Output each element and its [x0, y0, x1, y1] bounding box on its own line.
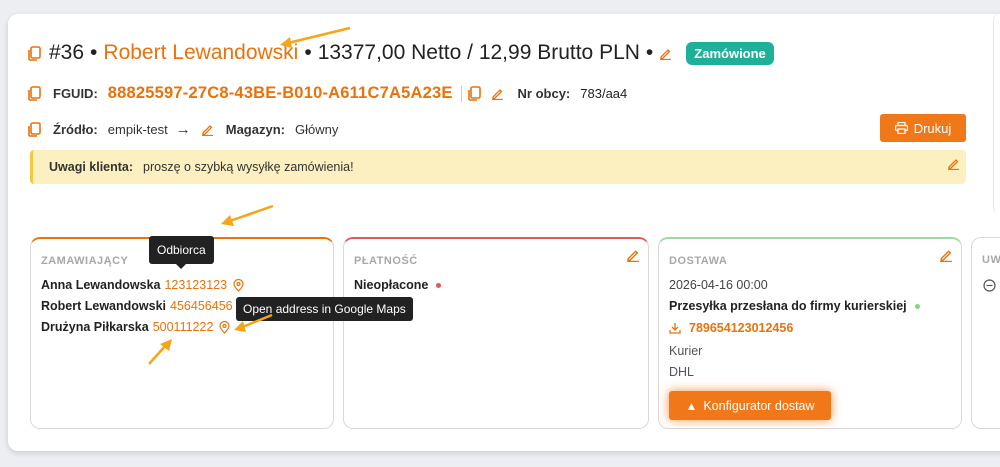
contact-name: Drużyna Piłkarska	[41, 320, 149, 334]
divider	[460, 85, 462, 102]
payment-panel: PŁATNOŚĆ Nieopłacone	[343, 237, 649, 429]
print-button-label: Drukuj	[913, 120, 952, 136]
annotation-arrow	[148, 339, 172, 365]
download-icon[interactable]	[669, 322, 681, 334]
customer-notice: Uwagi klienta: proszę o szybką wysyłkę z…	[30, 150, 966, 184]
annotation-arrow	[234, 313, 273, 332]
order-number: #36	[49, 41, 85, 64]
panel-title: ZAMAWIAJĄCY	[41, 255, 129, 267]
contact-row: Robert Lewandowski 456456456	[41, 299, 250, 313]
print-button[interactable]: Drukuj	[880, 114, 966, 142]
recipient-tooltip-text: Odbiorca	[157, 243, 206, 257]
minus-circle-icon[interactable]	[983, 279, 996, 292]
contact-phone[interactable]: 123123123	[164, 278, 227, 292]
recipient-tooltip: Odbiorca	[149, 236, 214, 264]
delivery-panel: DOSTAWA 2026-04-16 00:00 Przesyłka przes…	[658, 237, 962, 429]
delivery-date: 2026-04-16 00:00	[669, 278, 768, 292]
order-header: #36 • Robert Lewandowski • 13377,00 Nett…	[28, 41, 774, 65]
side-panel-edge	[993, 14, 1000, 214]
warehouse-value: Główny	[294, 122, 339, 137]
contact-phone[interactable]: 456456456	[170, 299, 233, 313]
contact-row: Drużyna Piłkarska 500111222	[41, 320, 231, 334]
arrow-right-icon: →	[175, 121, 191, 138]
annotation-arrow	[280, 26, 351, 48]
status-dot	[436, 282, 442, 288]
delivery-configurator-button[interactable]: ▲ Konfigurator dostaw	[669, 391, 831, 420]
panel-title: PŁATNOŚĆ	[354, 255, 418, 267]
notice-label: Uwagi klienta:	[49, 160, 134, 174]
delivery-status-row: Przesyłka przesłana do firmy kurierskiej	[669, 299, 920, 313]
payment-status-row: Nieopłacone	[354, 278, 442, 292]
notice-text: proszę o szybką wysyłkę zamówienia!	[143, 160, 354, 174]
fguid-label: FGUID:	[53, 86, 98, 101]
edit-icon[interactable]	[491, 87, 504, 100]
panel-title: UW	[982, 254, 1000, 266]
delivery-status: Przesyłka przesłana do firmy kurierskiej	[669, 299, 907, 313]
contact-phone[interactable]: 500111222	[153, 320, 214, 334]
configurator-label: Konfigurator dostaw	[703, 398, 815, 413]
contact-name: Anna Lewandowska	[41, 278, 161, 292]
warning-icon: ▲	[685, 398, 698, 413]
tracking-number[interactable]: 789654123012456	[689, 321, 793, 335]
copy-icon[interactable]	[28, 86, 41, 101]
separator-dot: •	[90, 41, 98, 64]
printer-icon	[894, 122, 908, 134]
tooltip-caret	[176, 264, 186, 269]
edit-icon[interactable]	[939, 248, 953, 262]
copy-icon[interactable]	[467, 86, 481, 101]
source-row: Źródło: empik-test → Magazyn: Główny	[28, 121, 338, 138]
edit-icon[interactable]	[626, 248, 640, 262]
copy-icon[interactable]	[28, 45, 41, 61]
source-value: empik-test	[107, 122, 168, 137]
annotation-arrow	[221, 204, 274, 226]
status-badge: Zamówione	[686, 41, 774, 65]
fguid-value: 88825597-27C8-43BE-B010-A611C7A5A23E	[107, 84, 453, 102]
source-label: Źródło:	[53, 122, 98, 137]
separator-dot: •	[645, 41, 654, 64]
payment-status: Nieopłacone	[354, 278, 429, 292]
warehouse-label: Magazyn:	[225, 122, 285, 137]
fguid-row: FGUID: 88825597-27C8-43BE-B010-A611C7A5A…	[28, 84, 627, 103]
foreign-no-label: Nr obcy:	[517, 86, 571, 101]
tracking-row: 789654123012456	[669, 321, 793, 335]
map-pin-icon[interactable]	[233, 278, 244, 292]
delivery-carrier: DHL	[669, 365, 695, 379]
edit-icon[interactable]	[947, 157, 960, 170]
status-dot	[914, 303, 920, 309]
panel-title: DOSTAWA	[669, 255, 728, 267]
edit-icon[interactable]	[659, 47, 672, 60]
notes-panel: UW	[971, 237, 1000, 429]
foreign-no-value: 783/aa4	[580, 86, 628, 101]
order-price: 13377,00 Netto / 12,99 Brutto PLN	[317, 41, 640, 64]
delivery-method: Kurier	[669, 344, 703, 358]
contact-name: Robert Lewandowski	[41, 299, 167, 313]
copy-icon[interactable]	[28, 122, 41, 137]
contact-row: Anna Lewandowska 123123123	[41, 278, 244, 292]
edit-icon[interactable]	[201, 123, 214, 136]
